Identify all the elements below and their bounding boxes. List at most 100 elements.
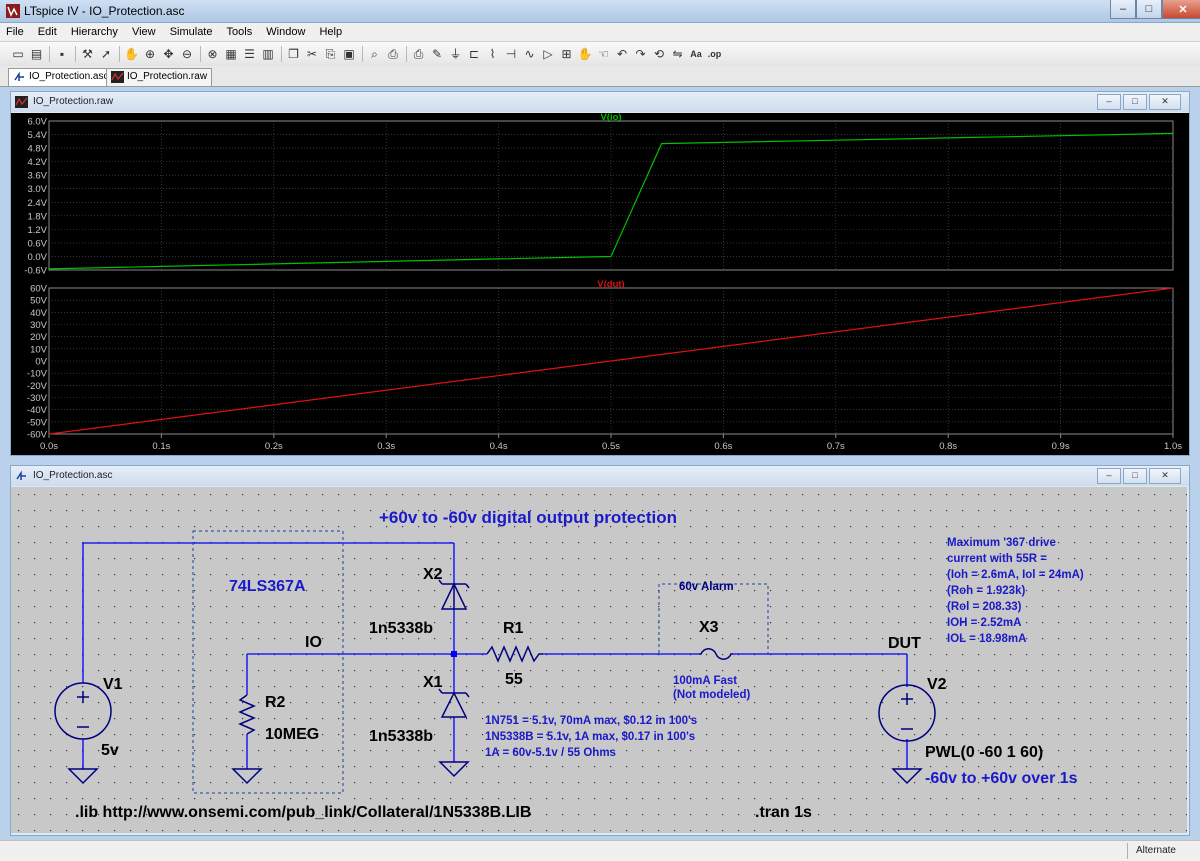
y-tick-label: -30V: [27, 393, 48, 404]
cut-icon[interactable]: ✂: [304, 46, 320, 62]
close-button[interactable]: ✕: [1149, 468, 1181, 484]
mirror-icon[interactable]: ⇋: [670, 46, 686, 62]
y-tick-label: 4.2V: [27, 157, 47, 168]
x-tick-label: 0.9s: [1052, 441, 1070, 452]
tab-waveform[interactable]: IO_Protection.raw: [106, 68, 213, 86]
x-tick-label: 0.7s: [827, 441, 845, 452]
y-tick-label: 0.6V: [27, 238, 47, 249]
zoom-out-icon[interactable]: ⊖: [179, 46, 195, 62]
component-icon[interactable]: ⊞: [559, 46, 575, 62]
toolbar-separator: [74, 46, 76, 62]
maximize-button[interactable]: □: [1123, 468, 1147, 484]
waveform-icon: [111, 71, 124, 83]
net-label-dut[interactable]: DUT: [888, 635, 921, 652]
pan-icon[interactable]: ✥: [161, 46, 177, 62]
drive-note-6: IOH = 2.52mA: [947, 617, 1021, 629]
spice-directive-icon[interactable]: .op: [707, 46, 723, 62]
tran-directive[interactable]: .tran 1s: [755, 804, 812, 821]
zener-note-3: 1A = 60v-5.1v / 55 Ohms: [485, 747, 616, 759]
rotate-icon[interactable]: ⟲: [651, 46, 667, 62]
x-tick-label: 0.3s: [377, 441, 395, 452]
menu-help[interactable]: Help: [313, 23, 347, 38]
minimize-button[interactable]: –: [1110, 0, 1136, 19]
zoom-fit-icon[interactable]: ⊗: [205, 46, 221, 62]
y-tick-label: -10V: [27, 369, 48, 380]
run-icon[interactable]: ➚: [98, 46, 114, 62]
x2-value: 1n5338b: [369, 620, 433, 637]
drive-note-7: IOL = 18.98mA: [947, 633, 1026, 645]
y-tick-label: 1.2V: [27, 225, 47, 236]
new-schematic-icon[interactable]: ▭: [10, 46, 26, 62]
autorange-icon[interactable]: ▦: [223, 46, 239, 62]
net-label-io[interactable]: IO: [305, 634, 322, 651]
y-tick-label: 10V: [30, 344, 48, 355]
waveform-window-controls: – □ ✕: [1095, 94, 1181, 110]
tab-schematic[interactable]: IO_Protection.asc: [8, 68, 114, 86]
lib-directive[interactable]: .lib http://www.onsemi.com/pub_link/Coll…: [75, 804, 531, 821]
print-preview-icon[interactable]: ⎙: [385, 46, 401, 62]
waveform-window-title: IO_Protection.raw: [33, 96, 114, 107]
cascade-icon[interactable]: ❐: [286, 46, 302, 62]
close-button[interactable]: ✕: [1149, 94, 1181, 110]
schematic-window-controls: – □ ✕: [1095, 468, 1181, 484]
y-tick-label: 30V: [30, 320, 48, 331]
paste-icon[interactable]: ▣: [341, 46, 357, 62]
drive-note-4: (Roh = 1.923k): [947, 585, 1025, 597]
v1-ref: V1: [103, 676, 123, 693]
label-net-icon[interactable]: ⊏: [466, 46, 482, 62]
status-bar: Alternate: [0, 840, 1200, 861]
resistor-icon[interactable]: ⌇: [485, 46, 501, 62]
tile-vertical-icon[interactable]: ▥: [260, 46, 276, 62]
toolbar-separator: [118, 46, 120, 62]
menu-window[interactable]: Window: [260, 23, 310, 38]
close-button[interactable]: ✕: [1162, 0, 1200, 19]
menu-tools[interactable]: Tools: [221, 23, 258, 38]
halt-icon[interactable]: ✋: [124, 46, 140, 62]
waveform-window-titlebar: IO_Protection.raw – □ ✕: [11, 92, 1189, 112]
toolbar-separator: [405, 46, 407, 62]
y-tick-label: 1.8V: [27, 211, 47, 222]
toolbar-separator: [361, 46, 363, 62]
ground-icon[interactable]: ⏚: [448, 46, 464, 62]
y-tick-label: 20V: [30, 332, 48, 343]
save-icon[interactable]: ▪: [54, 46, 70, 62]
minimize-button[interactable]: –: [1097, 468, 1121, 484]
menu-hierarchy[interactable]: Hierarchy: [65, 23, 123, 38]
menu-view[interactable]: View: [126, 23, 161, 38]
maximize-button[interactable]: □: [1123, 94, 1147, 110]
text-icon[interactable]: Aa: [688, 46, 704, 62]
open-icon[interactable]: ▤: [29, 46, 45, 62]
menu-file[interactable]: File: [0, 23, 29, 38]
y-tick-label: -20V: [27, 381, 48, 392]
inductor-icon[interactable]: ∿: [522, 46, 538, 62]
capacitor-icon[interactable]: ⊣: [503, 46, 519, 62]
print-icon[interactable]: ⎙: [411, 46, 427, 62]
menu-edit[interactable]: Edit: [32, 23, 62, 38]
trace-label: V(io): [600, 113, 621, 123]
tile-horizontal-icon[interactable]: ☰: [242, 46, 258, 62]
zoom-in-icon[interactable]: ⊕: [142, 46, 158, 62]
maximize-button[interactable]: □: [1136, 0, 1162, 19]
diode-icon[interactable]: ▷: [540, 46, 556, 62]
find-icon[interactable]: ⌕: [367, 46, 383, 62]
r2-value: 10MEG: [265, 726, 319, 743]
v2-comment: -60v to +60v over 1s: [925, 770, 1078, 787]
schematic-window: IO_Protection.asc – □ ✕ +60v to -60v dig…: [10, 465, 1190, 836]
control-panel-icon[interactable]: ⚒: [80, 46, 96, 62]
waveform-plot[interactable]: 6.0V 5.4V 4.8V 4.2V 3.6V 3.0V 2.4V 1.8V 1.2V 0.6V…: [11, 113, 1189, 455]
x-tick-label: 0.2s: [265, 441, 283, 452]
move-icon[interactable]: ✋: [577, 46, 593, 62]
copy-icon[interactable]: ⎘: [323, 46, 339, 62]
status-mode: Alternate: [1135, 845, 1176, 856]
menu-simulate[interactable]: Simulate: [164, 23, 218, 38]
document-tabs: IO_Protection.asc IO_Protection.raw: [0, 66, 1200, 87]
drag-icon[interactable]: ☜: [596, 46, 612, 62]
schematic-canvas[interactable]: +60v to -60v digital output protection 7…: [11, 487, 1187, 833]
undo-icon[interactable]: ↶: [614, 46, 630, 62]
y-tick-label: -50V: [27, 417, 48, 428]
y-tick-label: 2.4V: [27, 198, 47, 209]
draw-wire-icon[interactable]: ✎: [429, 46, 445, 62]
minimize-button[interactable]: –: [1097, 94, 1121, 110]
v2-ref: V2: [927, 676, 947, 693]
redo-icon[interactable]: ↷: [633, 46, 649, 62]
